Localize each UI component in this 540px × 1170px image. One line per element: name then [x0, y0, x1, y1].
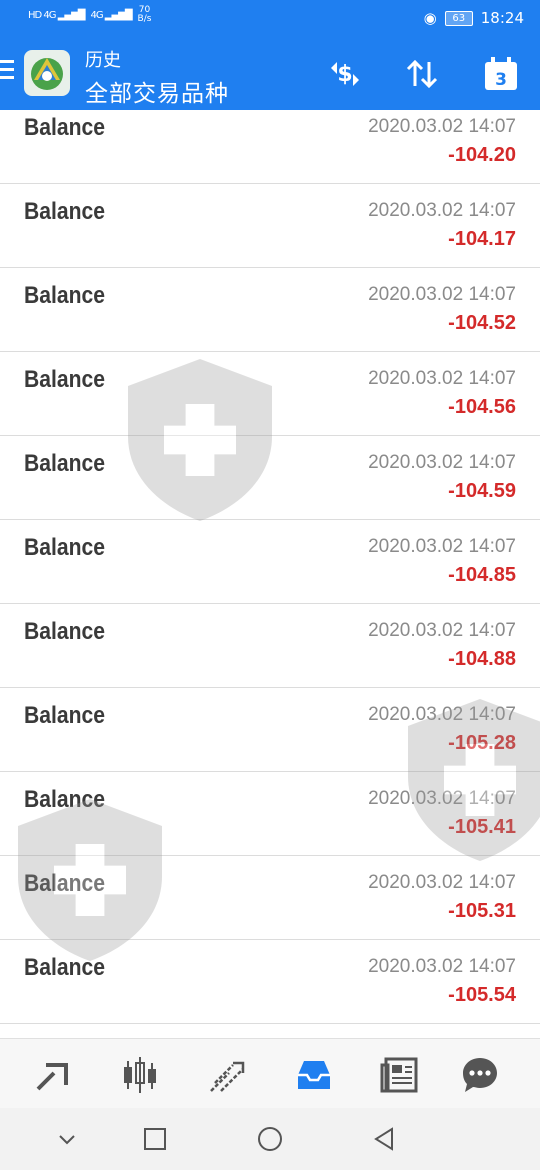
- recent-apps-button[interactable]: [140, 1124, 170, 1154]
- chart-icon[interactable]: [118, 1053, 162, 1097]
- sort-icon[interactable]: [402, 54, 442, 94]
- deal-time: 2020.03.02 14:07: [368, 872, 516, 893]
- clock: 18:24: [480, 9, 524, 27]
- deal-time: 2020.03.02 14:07: [368, 116, 516, 137]
- currency-exchange-icon[interactable]: $: [325, 54, 365, 94]
- deal-time: 2020.03.02 14:07: [368, 956, 516, 977]
- table-row[interactable]: Balance 2020.03.02 14:07 -105.41: [0, 772, 540, 856]
- history-icon[interactable]: [292, 1053, 336, 1097]
- eye-icon: ◉: [423, 9, 437, 27]
- table-row[interactable]: Balance 2020.03.02 14:07 -104.85: [0, 520, 540, 604]
- bottom-tab-bar: [0, 1038, 540, 1109]
- home-button[interactable]: [255, 1124, 285, 1154]
- app-bar: 历史 全部交易品种 $ 3: [0, 38, 540, 110]
- deal-type-label: Balance: [24, 114, 106, 141]
- deal-amount: -104.59: [448, 480, 516, 502]
- deal-type-label: Balance: [24, 366, 106, 393]
- network-indicator-left: HD 4G ▂▄▆█: [28, 9, 85, 21]
- status-bar: HD 4G ▂▄▆█ 4G ▂▄▆█ 70 B/s ◉ 63 18:24: [0, 0, 540, 38]
- back-button[interactable]: [370, 1124, 400, 1154]
- status-right: ◉ 63 18:24: [424, 9, 524, 27]
- table-row[interactable]: Balance 2020.03.02 14:07 -104.20: [0, 110, 540, 184]
- battery-indicator: 63: [444, 10, 473, 26]
- deal-type-label: Balance: [24, 786, 106, 813]
- deal-amount: -104.85: [448, 564, 516, 586]
- status-left: HD 4G ▂▄▆█ 4G ▂▄▆█ 70 B/s: [28, 6, 151, 24]
- deal-time: 2020.03.02 14:07: [368, 452, 516, 473]
- history-list[interactable]: Balance 2020.03.02 14:07 -104.20 Balance 202…: [0, 110, 540, 1038]
- deal-amount: -104.20: [448, 144, 516, 166]
- deal-time: 2020.03.02 14:07: [368, 704, 516, 725]
- deal-type-label: Balance: [24, 702, 106, 729]
- deal-amount: -105.31: [448, 900, 516, 922]
- table-row[interactable]: Balance 2020.03.02 14:07 -105.31: [0, 856, 540, 940]
- deal-type-label: Balance: [24, 618, 106, 645]
- table-row[interactable]: Balance2020.03.02 14:07: [0, 1024, 540, 1038]
- deal-time: 2020.03.02 14:07: [368, 536, 516, 557]
- deal-time: 2020.03.02 14:07: [368, 620, 516, 641]
- deal-amount: -104.52: [448, 312, 516, 334]
- menu-icon[interactable]: [0, 60, 16, 82]
- table-row[interactable]: Balance 2020.03.02 14:07 -105.28: [0, 688, 540, 772]
- deal-type-label: Balance: [24, 534, 106, 561]
- table-row[interactable]: Balance 2020.03.02 14:07 -104.59: [0, 436, 540, 520]
- table-row[interactable]: Balance 2020.03.02 14:07 -104.17: [0, 184, 540, 268]
- network-speed: 70 B/s: [137, 5, 152, 24]
- deal-time: 2020.03.02 14:07: [368, 368, 516, 389]
- chat-icon[interactable]: [458, 1053, 502, 1097]
- deal-type-label: Balance: [24, 198, 106, 225]
- network-indicator-right: 4G ▂▄▆█: [90, 9, 132, 21]
- deal-time: 2020.03.02 14:07: [368, 788, 516, 809]
- deal-time: 2020.03.02 14:07: [368, 200, 516, 221]
- deal-type-label: Balance: [24, 450, 106, 477]
- app-logo[interactable]: [24, 50, 70, 96]
- calendar-day: 3: [495, 70, 507, 90]
- system-nav-bar: [0, 1108, 540, 1170]
- svg-text:$: $: [337, 62, 352, 87]
- deal-amount: -105.54: [448, 984, 516, 1006]
- deal-type-label: Balance: [24, 282, 106, 309]
- deal-amount: -104.17: [448, 228, 516, 250]
- table-row[interactable]: Balance 2020.03.02 14:07 -104.56: [0, 352, 540, 436]
- page-title: 历史: [85, 50, 121, 71]
- deal-amount: -105.28: [448, 732, 516, 754]
- deal-amount: -104.88: [448, 648, 516, 670]
- table-row[interactable]: Balance 2020.03.02 14:07 -104.88: [0, 604, 540, 688]
- table-row[interactable]: Balance 2020.03.02 14:07 -104.52: [0, 268, 540, 352]
- chevron-down-icon[interactable]: [52, 1124, 82, 1154]
- symbol-filter-label[interactable]: 全部交易品种: [85, 74, 229, 108]
- deal-type-label: Balance: [24, 870, 106, 897]
- table-row[interactable]: Balance 2020.03.02 14:07 -105.54: [0, 940, 540, 1024]
- deal-time: 2020.03.02 14:07: [368, 284, 516, 305]
- news-icon[interactable]: [378, 1053, 422, 1097]
- trade-icon[interactable]: [205, 1053, 249, 1097]
- deal-type-label: Balance: [24, 954, 106, 981]
- deal-amount: -104.56: [448, 396, 516, 418]
- deal-amount: -105.41: [448, 816, 516, 838]
- calendar-icon[interactable]: 3: [481, 54, 521, 94]
- quotes-icon[interactable]: [32, 1053, 76, 1097]
